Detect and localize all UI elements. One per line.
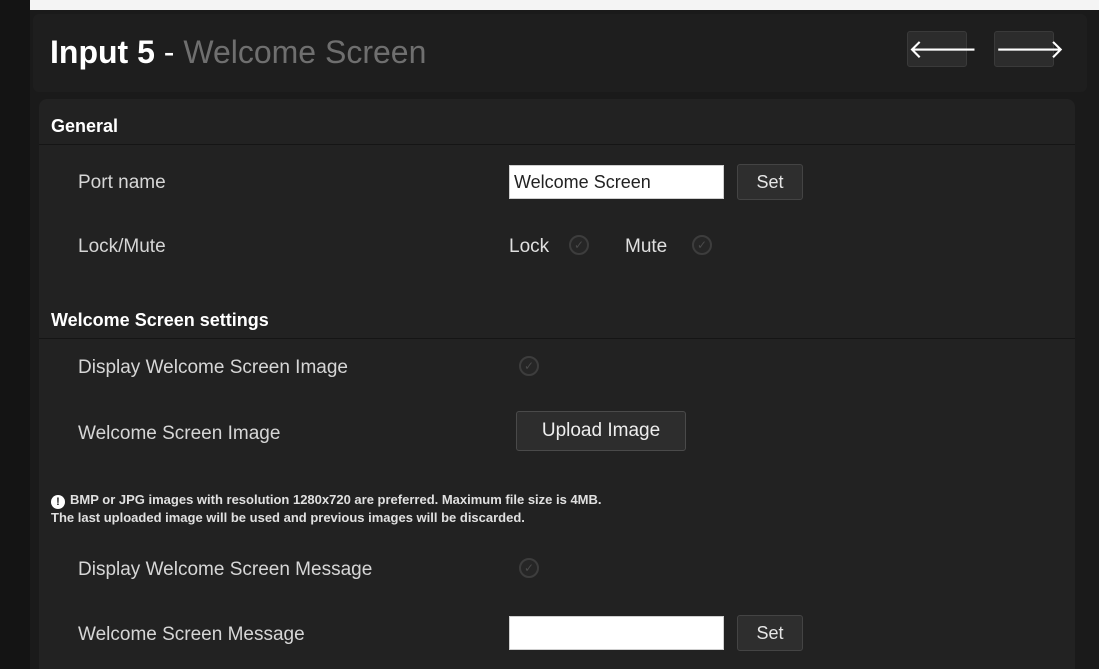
port-name-set-button[interactable]: Set xyxy=(737,164,803,200)
settings-panel: General Port name Set Lock/Mute Lock ✓ M… xyxy=(39,99,1075,669)
top-bar xyxy=(0,0,1099,10)
upload-image-button[interactable]: Upload Image xyxy=(516,411,686,451)
page-title-port-name: Welcome Screen xyxy=(183,34,427,70)
lock-mute-label: Lock/Mute xyxy=(78,236,166,257)
info-line-2: The last uploaded image will be used and… xyxy=(51,510,525,525)
mute-toggle[interactable]: ✓ xyxy=(692,235,712,255)
page-title: Input 5 - Welcome Screen xyxy=(50,34,426,71)
display-image-label: Display Welcome Screen Image xyxy=(78,357,348,378)
info-line-1: BMP or JPG images with resolution 1280x7… xyxy=(70,492,602,507)
check-circle-icon: ✓ xyxy=(696,238,708,252)
port-name-label: Port name xyxy=(78,172,166,193)
page-header: Input 5 - Welcome Screen 🡐 🡒 xyxy=(33,14,1087,92)
display-message-toggle[interactable]: ✓ xyxy=(519,558,539,578)
arrow-right-icon: 🡒 xyxy=(995,34,1065,64)
next-port-button[interactable]: 🡒 xyxy=(994,31,1065,67)
welcome-image-label: Welcome Screen Image xyxy=(78,423,281,444)
display-image-toggle[interactable]: ✓ xyxy=(519,356,539,376)
check-circle-icon: ✓ xyxy=(523,561,535,575)
display-message-label: Display Welcome Screen Message xyxy=(78,559,373,580)
prev-port-button[interactable]: 🡐 xyxy=(907,31,978,67)
left-edge xyxy=(0,0,30,669)
lock-toggle[interactable]: ✓ xyxy=(569,235,589,255)
app-window: Input 5 - Welcome Screen 🡐 🡒 General Por… xyxy=(0,0,1099,669)
page-title-separator: - xyxy=(154,34,184,70)
section-title-welcome-screen: Welcome Screen settings xyxy=(51,310,269,330)
section-divider xyxy=(39,338,1075,339)
upload-info-text: ! BMP or JPG images with resolution 1280x… xyxy=(51,491,602,526)
welcome-message-input[interactable] xyxy=(509,616,724,650)
port-name-input[interactable] xyxy=(509,165,724,199)
check-circle-icon: ✓ xyxy=(573,238,585,252)
arrow-left-icon: 🡐 xyxy=(908,34,978,64)
section-divider xyxy=(39,144,1075,145)
welcome-message-label: Welcome Screen Message xyxy=(78,624,305,645)
mute-label: Mute xyxy=(625,236,668,257)
info-icon: ! xyxy=(51,495,65,509)
lock-label: Lock xyxy=(509,236,550,257)
check-circle-icon: ✓ xyxy=(523,359,535,373)
welcome-message-set-button[interactable]: Set xyxy=(737,615,803,651)
section-title-general: General xyxy=(51,116,119,136)
page-title-input: Input 5 xyxy=(50,34,155,70)
